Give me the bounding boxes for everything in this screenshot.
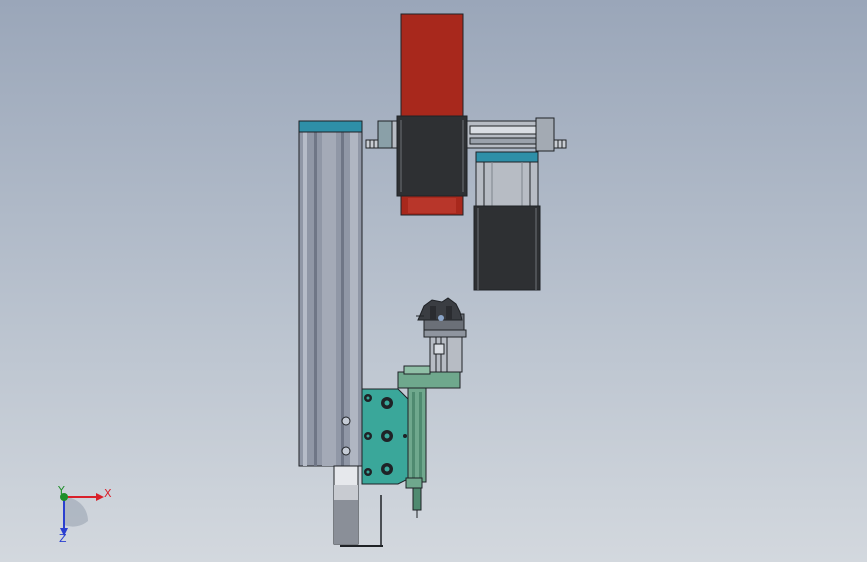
rail-screw [341, 446, 351, 456]
vertical-linear-rail[interactable] [298, 120, 363, 467]
x-axis-arrow [96, 493, 104, 501]
rail-top-cap [298, 120, 363, 133]
carriage-mount-plate[interactable] [361, 388, 409, 485]
y-axis-label: Y [57, 484, 65, 497]
rail-screw [341, 416, 351, 426]
servo-motor-right[interactable] [473, 151, 541, 291]
z-axis-label: Z [59, 532, 67, 545]
coordinate-triad: X Y Z [57, 484, 112, 545]
lift-cylinder[interactable] [423, 329, 467, 373]
cad-viewport[interactable]: X Y Z [0, 0, 867, 562]
x-axis-label: X [104, 487, 112, 500]
servo-motor-top[interactable] [396, 13, 468, 216]
gripper-head[interactable] [416, 297, 465, 331]
cad-model-scene[interactable]: X Y Z [0, 0, 867, 562]
